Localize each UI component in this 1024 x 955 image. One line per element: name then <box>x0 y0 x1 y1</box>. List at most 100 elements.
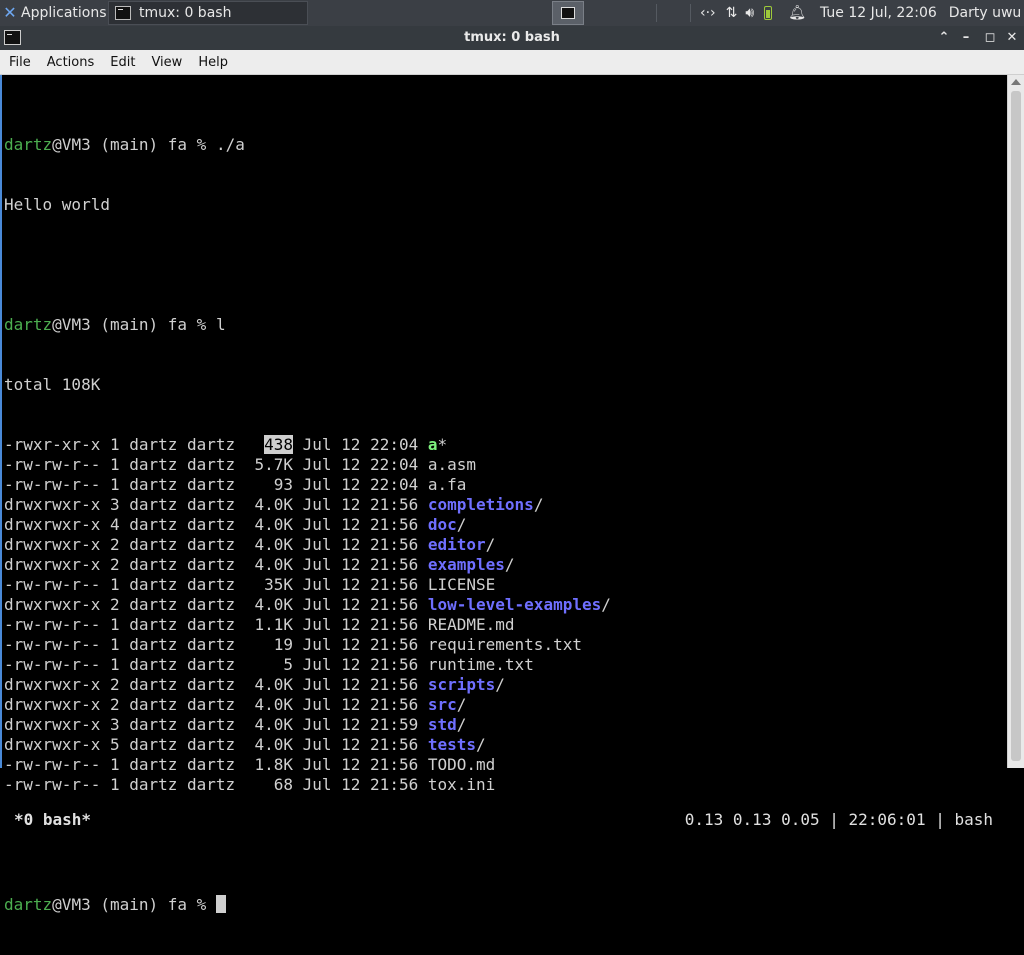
minimize-window-icon[interactable]: – <box>956 28 976 48</box>
prompt-host: @VM3 (main) fa % <box>52 895 216 914</box>
volume-icon[interactable]: 🔊︎ <box>745 5 754 21</box>
menu-view[interactable]: View <box>144 55 189 70</box>
listing-size: 4.0K <box>254 535 293 554</box>
listing-row: -rw-rw-r-- 1 dartz dartz 35K Jul 12 21:5… <box>4 575 611 595</box>
listing-date: Jul 12 21:56 <box>293 655 428 674</box>
listing-date: Jul 12 21:56 <box>292 695 428 714</box>
listing-row: drwxrwxr-x 4 dartz dartz 4.0K Jul 12 21:… <box>4 515 611 535</box>
terminal-area[interactable]: dartz@VM3 (main) fa % ./a Hello world da… <box>0 75 1007 914</box>
listing-meta: drwxrwxr-x 2 dartz dartz <box>4 535 255 554</box>
listing-filename: TODO.md <box>427 755 496 774</box>
menu-file[interactable]: File <box>2 55 38 70</box>
tmux-window-label[interactable]: *0 bash* <box>14 810 91 830</box>
listing-meta: -rw-rw-r-- 1 dartz dartz <box>4 615 255 634</box>
listing-row: drwxrwxr-x 2 dartz dartz 4.0K Jul 12 21:… <box>4 695 611 715</box>
listing-filename: examples <box>427 555 505 574</box>
listing-filename: src <box>427 695 457 714</box>
listing-filename: a <box>427 435 438 454</box>
notifications-bell-icon[interactable]: 🔔︎ <box>788 5 806 21</box>
listing-row: -rw-rw-r-- 1 dartz dartz 1.1K Jul 12 21:… <box>4 615 611 635</box>
listing-suffix: / <box>504 555 515 574</box>
close-window-icon[interactable]: ✕ <box>1002 28 1022 48</box>
applications-label: Applications <box>21 5 107 21</box>
listing-filename: LICENSE <box>427 575 496 594</box>
listing-row: -rwxr-xr-x 1 dartz dartz 438 Jul 12 22:0… <box>4 435 611 455</box>
menu-help[interactable]: Help <box>191 55 235 70</box>
network-transfer-icon[interactable]: ⇅ <box>726 5 738 21</box>
window-titlebar[interactable]: tmux: 0 bash ⌃ – ◻ ✕ <box>0 26 1024 50</box>
terminal-icon <box>115 6 131 20</box>
workspace-switcher[interactable] <box>552 1 584 25</box>
listing-size: 4.0K <box>254 695 293 714</box>
listing-meta: drwxrwxr-x 4 dartz dartz <box>4 515 255 534</box>
listing-filename: requirements.txt <box>427 635 582 654</box>
taskbar-item-terminal[interactable]: tmux: 0 bash <box>108 1 308 25</box>
command-text: l <box>215 315 226 334</box>
listing-filename: a.asm <box>427 455 477 474</box>
user-name[interactable]: Darty uwu <box>949 5 1022 21</box>
listing-suffix: / <box>456 695 467 714</box>
listing-filename: runtime.txt <box>427 655 534 674</box>
listing-size: 5 <box>283 655 293 674</box>
terminal-scrollbar[interactable] <box>1007 75 1024 768</box>
battery-icon[interactable] <box>764 6 773 20</box>
prompt-line: dartz@VM3 (main) fa % l <box>4 315 611 335</box>
taskbar-item-label: tmux: 0 bash <box>139 5 232 21</box>
listing-meta: -rw-rw-r-- 1 dartz dartz <box>4 635 274 654</box>
listing-meta: drwxrwxr-x 2 dartz dartz <box>4 595 255 614</box>
listing-size: 4.0K <box>254 735 293 754</box>
panel-separator <box>690 4 691 22</box>
maximize-window-icon[interactable]: ◻ <box>980 28 1000 48</box>
prompt-line: dartz@VM3 (main) fa % ./a <box>4 135 611 155</box>
listing-size: 19 <box>273 635 293 654</box>
clock[interactable]: Tue 12 Jul, 22:06 <box>820 5 937 21</box>
listing-meta: -rw-rw-r-- 1 dartz dartz <box>4 475 274 494</box>
listing-size: 5.7K <box>254 455 293 474</box>
tmux-status-right: 0.13 0.13 0.05 | 22:06:01 | bash <box>684 810 993 829</box>
listing-date: Jul 12 22:04 <box>292 455 428 474</box>
listing-filename: std <box>427 715 457 734</box>
listing-date: Jul 12 21:56 <box>292 515 428 534</box>
prompt-user: dartz <box>4 135 53 154</box>
listing-date: Jul 12 22:04 <box>292 475 428 494</box>
listing-row: drwxrwxr-x 2 dartz dartz 4.0K Jul 12 21:… <box>4 595 611 615</box>
listing-row: drwxrwxr-x 3 dartz dartz 4.0K Jul 12 21:… <box>4 715 611 735</box>
applications-menu[interactable]: ✕ Applications <box>0 0 107 26</box>
listing-meta: drwxrwxr-x 2 dartz dartz <box>4 555 255 574</box>
listing-meta: -rw-rw-r-- 1 dartz dartz <box>4 655 284 674</box>
listing-filename: scripts <box>427 675 496 694</box>
listing-date: Jul 12 21:56 <box>292 595 428 614</box>
menu-edit[interactable]: Edit <box>103 55 142 70</box>
listing-size: 4.0K <box>254 515 293 534</box>
prompt-user: dartz <box>4 315 53 334</box>
listing-meta: -rw-rw-r-- 1 dartz dartz <box>4 575 265 594</box>
listing-meta: drwxrwxr-x 2 dartz dartz <box>4 695 255 714</box>
prompt-host: @VM3 (main) fa % <box>52 135 216 154</box>
menu-actions[interactable]: Actions <box>40 55 102 70</box>
scroll-up-arrow-icon[interactable] <box>1011 79 1021 85</box>
shade-window-icon[interactable]: ⌃ <box>934 28 954 48</box>
listing-size: 93 <box>273 475 293 494</box>
listing-meta: -rw-rw-r-- 1 dartz dartz <box>4 775 274 794</box>
listing-meta: drwxrwxr-x 3 dartz dartz <box>4 495 255 514</box>
listing-size: 438 <box>264 435 293 454</box>
listing-row: drwxrwxr-x 3 dartz dartz 4.0K Jul 12 21:… <box>4 495 611 515</box>
network-arrows-icon[interactable]: ‹·› <box>700 5 716 21</box>
listing-suffix: / <box>601 595 611 614</box>
file-listing: -rwxr-xr-x 1 dartz dartz 438 Jul 12 22:0… <box>4 435 611 795</box>
scrollbar-thumb[interactable] <box>1011 91 1021 761</box>
listing-suffix: / <box>476 735 486 754</box>
listing-row: drwxrwxr-x 2 dartz dartz 4.0K Jul 12 21:… <box>4 555 611 575</box>
top-panel: ✕ Applications tmux: 0 bash ‹·› ⇅ 🔊︎ 🔔︎ … <box>0 0 1024 26</box>
listing-meta: drwxrwxr-x 3 dartz dartz <box>4 715 255 734</box>
listing-date: Jul 12 21:56 <box>292 615 428 634</box>
listing-row: drwxrwxr-x 2 dartz dartz 4.0K Jul 12 21:… <box>4 675 611 695</box>
prompt-line-current: dartz@VM3 (main) fa % <box>4 895 611 915</box>
listing-size: 1.8K <box>254 755 293 774</box>
listing-suffix: / <box>533 495 544 514</box>
listing-date: Jul 12 21:56 <box>292 495 428 514</box>
terminal-window-icon[interactable] <box>4 30 21 45</box>
listing-suffix: / <box>485 535 496 554</box>
listing-meta: -rwxr-xr-x 1 dartz dartz <box>4 435 265 454</box>
